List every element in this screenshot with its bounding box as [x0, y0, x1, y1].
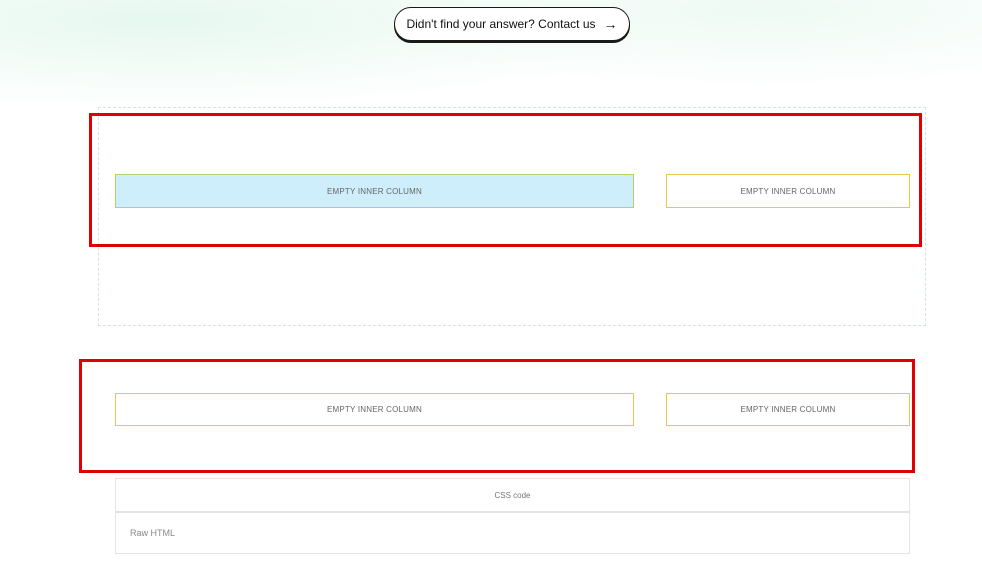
inner-column-label: EMPTY INNER COLUMN — [326, 405, 423, 414]
inner-column[interactable]: EMPTY INNER COLUMN — [666, 174, 910, 208]
contact-us-label: Didn't find your answer? Contact us — [406, 17, 596, 31]
inner-column[interactable]: EMPTY INNER COLUMN — [115, 393, 634, 426]
inner-column-label: EMPTY INNER COLUMN — [740, 405, 836, 414]
inner-column-label: EMPTY INNER COLUMN — [740, 186, 836, 196]
inner-column[interactable]: EMPTY INNER COLUMN — [666, 393, 910, 426]
css-code-label: CSS code — [494, 490, 531, 500]
outer-row-container[interactable] — [98, 107, 926, 326]
page: Didn't find your answer? Contact us → EM… — [0, 0, 982, 564]
raw-html-label: Raw HTML — [130, 528, 176, 538]
inner-column[interactable]: EMPTY INNER COLUMN — [115, 174, 634, 208]
raw-html-block[interactable]: Raw HTML — [115, 512, 910, 554]
css-code-block[interactable]: CSS code — [115, 478, 910, 512]
inner-column-label: EMPTY INNER COLUMN — [326, 186, 423, 196]
contact-us-button[interactable]: Didn't find your answer? Contact us → — [394, 7, 630, 41]
arrow-right-icon: → — [603, 16, 618, 32]
